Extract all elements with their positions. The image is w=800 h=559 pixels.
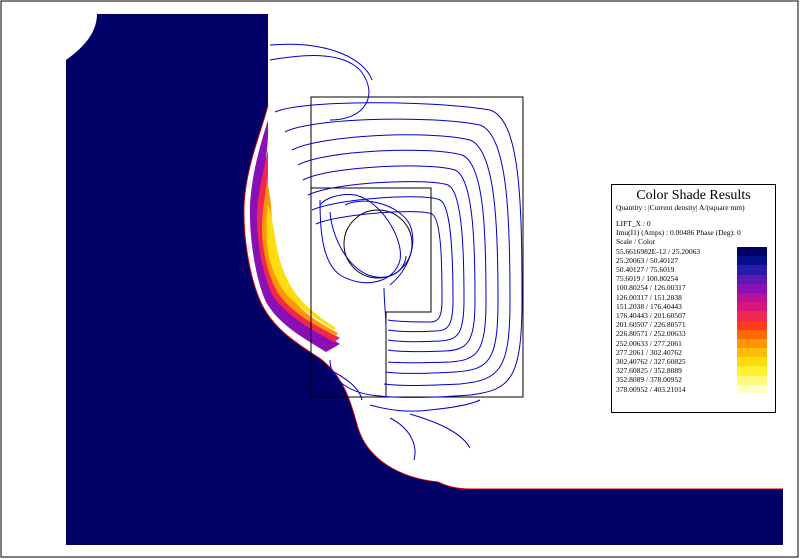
legend-color-swatch — [737, 256, 767, 266]
legend-color-swatch — [737, 283, 767, 293]
legend-color-swatch — [737, 384, 767, 394]
legend-quantity: Quantity : |Current density| A/(square m… — [616, 203, 745, 212]
legend-color-swatch — [737, 375, 767, 385]
legend-current: Imu(I1) (Amps) : 0.00486 Phase (Deg): 0 — [616, 228, 741, 238]
legend-title: Color Shade Results — [636, 188, 751, 203]
legend-color-swatch — [737, 320, 767, 330]
legend-color-swatch — [737, 311, 767, 321]
legend-color-swatch — [737, 247, 767, 257]
legend-color-swatch — [737, 265, 767, 275]
color-shade-legend: Color Shade Results Quantity : |Current … — [611, 184, 776, 413]
legend-color-swatch — [737, 338, 767, 349]
legend-param: LIFT_X : 0 — [616, 219, 651, 228]
legend-color-swatch — [737, 329, 767, 339]
legend-color-swatch — [737, 366, 767, 376]
legend-color-scale — [737, 247, 767, 394]
legend-color-swatch — [737, 357, 767, 367]
legend-color-swatch — [737, 292, 767, 303]
legend-color-swatch — [737, 274, 767, 284]
legend-color-swatch — [737, 302, 767, 312]
legend-color-swatch — [737, 348, 767, 358]
legend-scale-label: Scale / Color — [616, 237, 656, 247]
